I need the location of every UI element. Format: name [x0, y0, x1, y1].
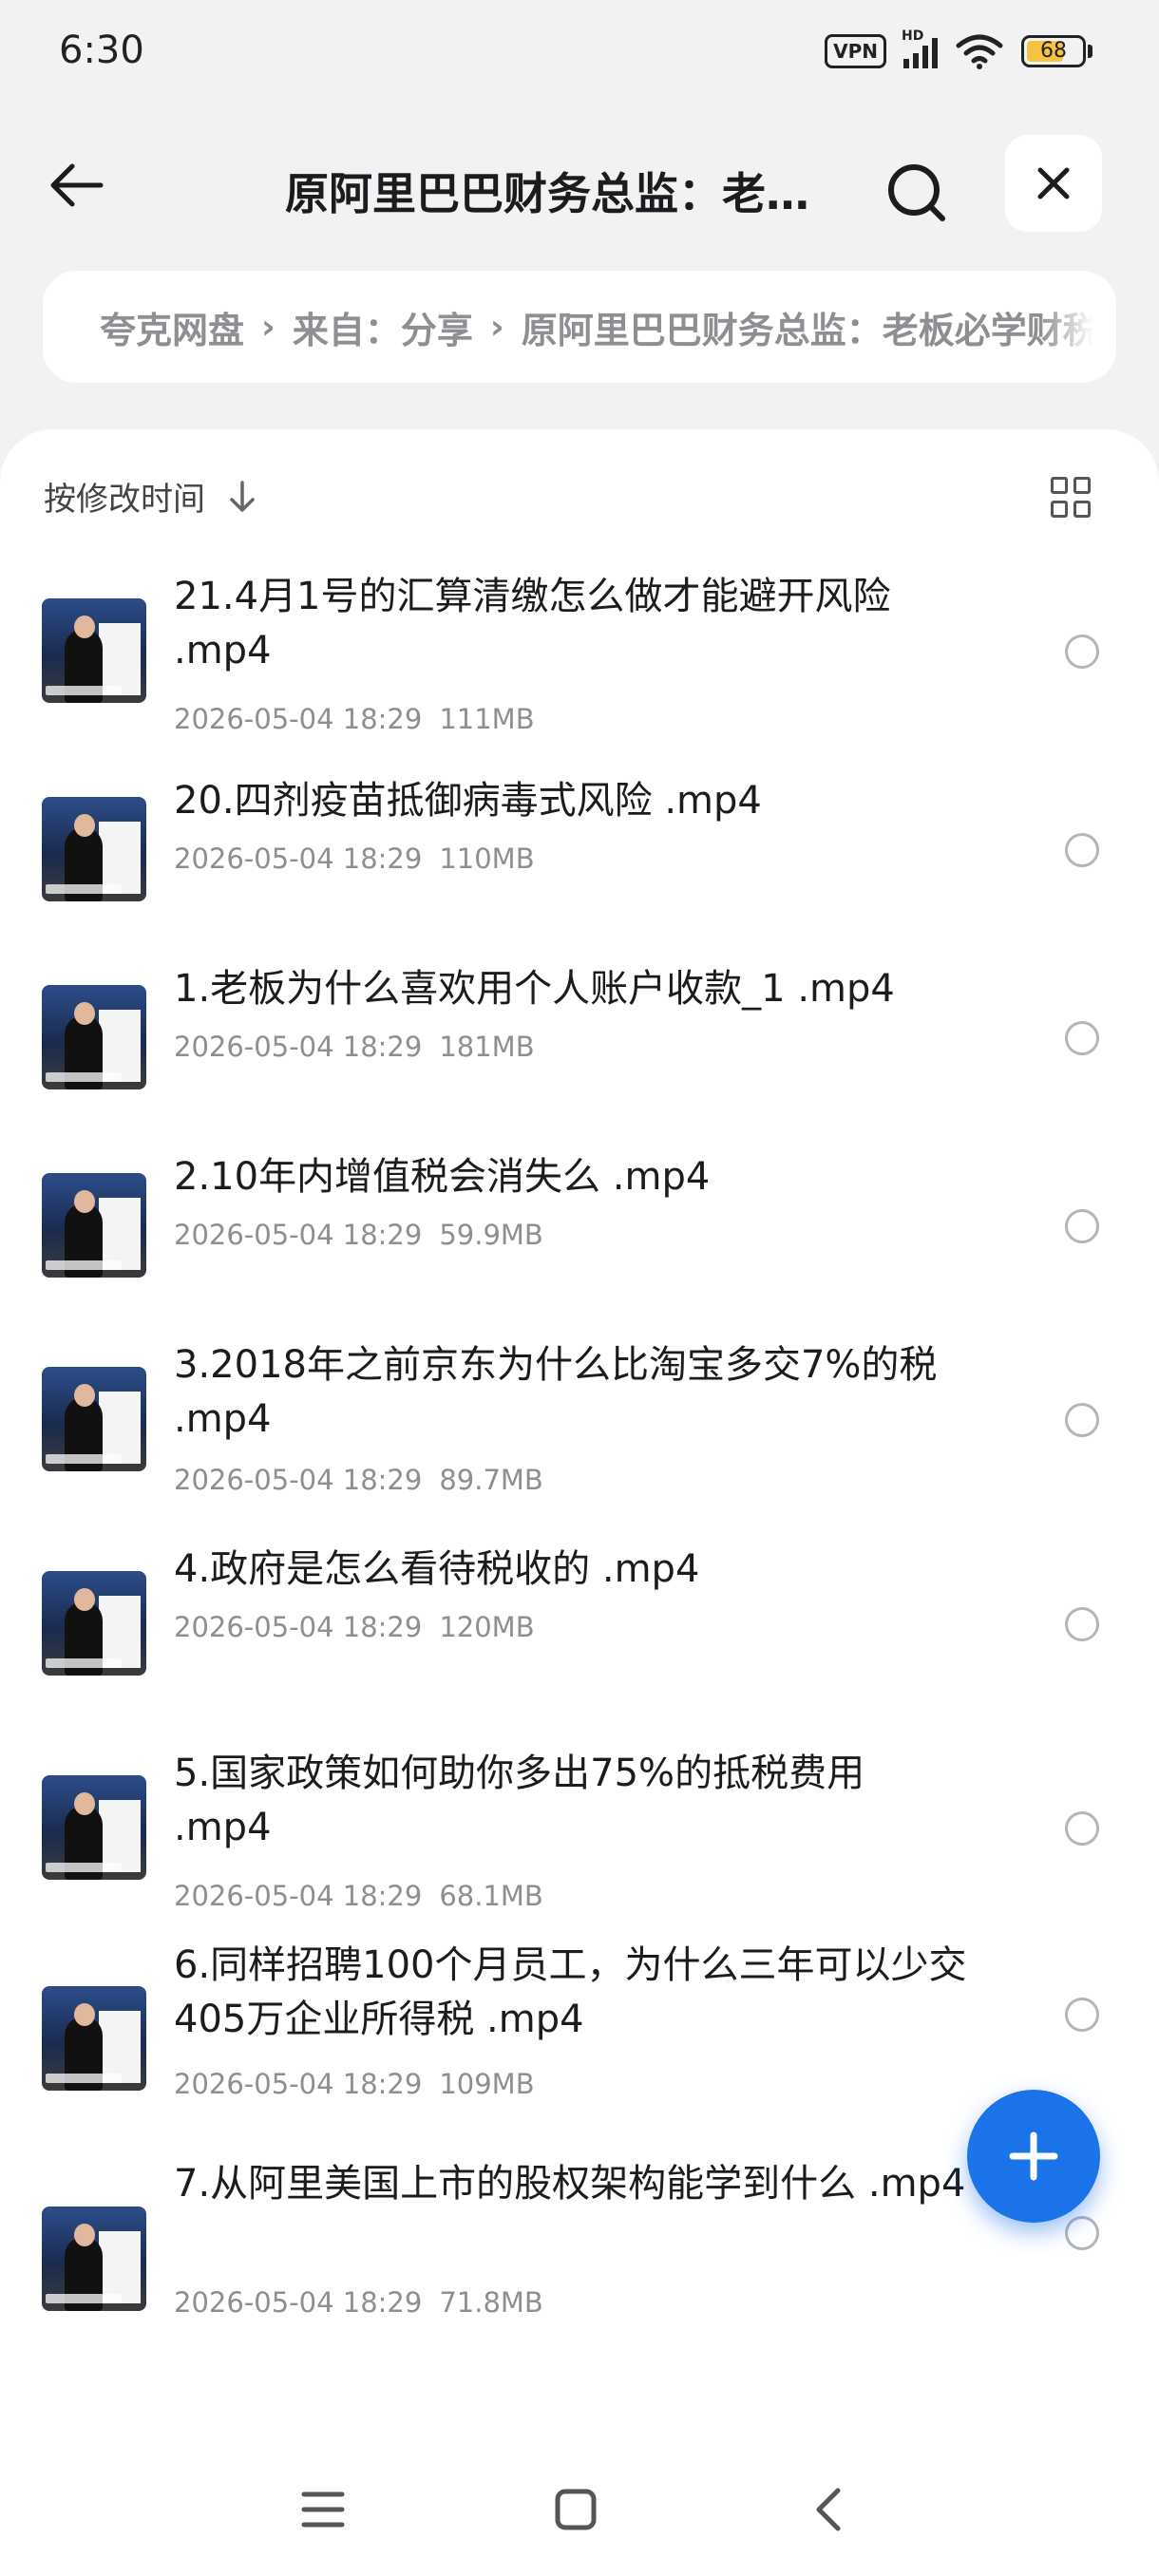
sort-button[interactable]: 按修改时间: [44, 473, 256, 520]
file-date: 2026-05-04 18:29: [174, 1464, 423, 1496]
select-radio[interactable]: [1065, 1403, 1099, 1437]
page-title: 原阿里巴巴财务总监：老板必学财税课: [285, 168, 826, 219]
file-name: 3.2018年之前京东为什么比淘宝多交7%的税 .mp4: [174, 1343, 938, 1441]
add-button[interactable]: [967, 2090, 1100, 2223]
video-thumbnail: [42, 598, 146, 703]
file-meta: 2026-05-04 18:29 71.8MB: [174, 2286, 543, 2319]
header: 原阿里巴巴财务总监：老板必学财税课: [0, 133, 1159, 237]
file-name: 2.10年内增值税会消失么 .mp4: [174, 1155, 711, 1199]
file-name: 1.老板为什么喜欢用个人账户收款_1 .mp4: [174, 967, 895, 1011]
file-meta: 2026-05-04 18:29 89.7MB: [174, 1464, 543, 1496]
file-size: 181MB: [439, 1031, 535, 1063]
network-type-label: HD: [902, 28, 924, 44]
battery-level: 68: [1040, 39, 1067, 63]
file-size: 71.8MB: [439, 2286, 543, 2319]
grid-view-icon[interactable]: [1051, 477, 1092, 519]
file-date: 2026-05-04 18:29: [174, 1880, 423, 1912]
file-size: 111MB: [439, 703, 535, 735]
select-radio[interactable]: [1065, 2216, 1099, 2250]
battery-icon: 68: [1021, 35, 1092, 67]
chevron-right-icon: ›: [489, 307, 504, 347]
file-name: 20.四剂疫苗抵御病毒式风险 .mp4: [174, 779, 762, 823]
select-radio[interactable]: [1065, 1811, 1099, 1846]
file-date: 2026-05-04 18:29: [174, 2068, 423, 2100]
sort-label: 按修改时间: [44, 481, 205, 519]
list-item[interactable]: 20.四剂疫苗抵御病毒式风险 .mp4 2026-05-04 18:29 110M…: [0, 748, 1159, 936]
file-name: 6.同样招聘100个月员工，为什么三年可以少交405万企业所得税 .mp4: [174, 1943, 967, 2041]
list-item[interactable]: 5.国家政策如何助你多出75%的抵税费用 .mp4 2026-05-04 18:…: [0, 1720, 1159, 1939]
menu-icon: [301, 2491, 345, 2528]
file-size: 120MB: [439, 1611, 535, 1643]
video-thumbnail: [42, 2207, 146, 2311]
status-bar: 6:30 VPN HD 68: [0, 0, 1159, 106]
file-meta: 2026-05-04 18:29 68.1MB: [174, 1880, 543, 1912]
file-name: 21.4月1号的汇算清缴怎么做才能避开风险 .mp4: [174, 575, 891, 672]
file-meta: 2026-05-04 18:29 181MB: [174, 1031, 535, 1063]
status-time: 6:30: [59, 28, 144, 72]
file-meta: 2026-05-04 18:29 110MB: [174, 843, 535, 875]
file-meta: 2026-05-04 18:29 59.9MB: [174, 1219, 543, 1251]
status-icons: VPN HD 68: [825, 28, 1092, 70]
system-back-button[interactable]: [800, 2481, 857, 2538]
file-size: 109MB: [439, 2068, 535, 2100]
list-item[interactable]: 1.老板为什么喜欢用个人账户收款_1 .mp4 2026-05-04 18:29…: [0, 936, 1159, 1124]
close-button[interactable]: [1005, 135, 1102, 232]
select-radio[interactable]: [1065, 635, 1099, 669]
file-date: 2026-05-04 18:29: [174, 2286, 423, 2319]
select-radio[interactable]: [1065, 833, 1099, 867]
file-size: 89.7MB: [439, 1464, 543, 1496]
file-date: 2026-05-04 18:29: [174, 1611, 423, 1643]
video-thumbnail: [42, 1367, 146, 1471]
file-date: 2026-05-04 18:29: [174, 703, 423, 735]
signal-icon: HD: [902, 28, 938, 68]
file-meta: 2026-05-04 18:29 111MB: [174, 703, 535, 735]
video-thumbnail: [42, 1571, 146, 1676]
breadcrumb-item-share[interactable]: 来自：分享: [293, 301, 473, 353]
video-thumbnail: [42, 985, 146, 1089]
menu-button[interactable]: [294, 2481, 352, 2538]
video-thumbnail: [42, 1173, 146, 1278]
file-list: 21.4月1号的汇算清缴怎么做才能避开风险 .mp4 2026-05-04 18…: [0, 543, 1159, 2376]
system-nav-bar: [0, 2432, 1159, 2576]
search-icon: [888, 164, 945, 221]
list-item[interactable]: 3.2018年之前京东为什么比淘宝多交7%的税 .mp4 2026-05-04 …: [0, 1312, 1159, 1516]
home-square-icon: [555, 2489, 597, 2530]
home-button[interactable]: [547, 2481, 604, 2538]
file-size: 59.9MB: [439, 1219, 543, 1251]
file-date: 2026-05-04 18:29: [174, 843, 423, 875]
chevron-right-icon: ›: [261, 307, 276, 347]
file-name: 7.从阿里美国上市的股权架构能学到什么 .mp4: [174, 2162, 966, 2206]
close-icon: [1037, 167, 1070, 199]
file-name: 4.政府是怎么看待税收的 .mp4: [174, 1547, 700, 1591]
breadcrumb-item-root[interactable]: 夸克网盘: [100, 301, 244, 353]
back-chevron-icon: [816, 2488, 841, 2531]
select-radio[interactable]: [1065, 1209, 1099, 1243]
breadcrumb: 夸克网盘 › 来自：分享 › 原阿里巴巴财务总监：老板必学财税课: [43, 271, 1116, 383]
file-date: 2026-05-04 18:29: [174, 1031, 423, 1063]
vpn-icon: VPN: [825, 34, 886, 68]
list-item[interactable]: 2.10年内增值税会消失么 .mp4 2026-05-04 18:29 59.9M…: [0, 1124, 1159, 1312]
file-date: 2026-05-04 18:29: [174, 1219, 423, 1251]
file-name: 5.国家政策如何助你多出75%的抵税费用 .mp4: [174, 1752, 865, 1849]
video-thumbnail: [42, 1775, 146, 1880]
file-panel: 按修改时间 21.4月1号的汇算清缴怎么做才能避开风险 .mp4 2026-05…: [0, 429, 1159, 2576]
list-item[interactable]: 21.4月1号的汇算清缴怎么做才能避开风险 .mp4 2026-05-04 18…: [0, 543, 1159, 748]
video-thumbnail: [42, 797, 146, 901]
wifi-icon: [956, 34, 1003, 69]
arrow-left-icon: [50, 163, 104, 207]
search-button[interactable]: [874, 150, 960, 236]
file-meta: 2026-05-04 18:29 109MB: [174, 2068, 535, 2100]
list-item[interactable]: 4.政府是怎么看待税收的 .mp4 2026-05-04 18:29 120MB: [0, 1516, 1159, 1720]
file-size: 110MB: [439, 843, 535, 875]
file-meta: 2026-05-04 18:29 120MB: [174, 1611, 535, 1643]
select-radio[interactable]: [1065, 1021, 1099, 1055]
file-size: 68.1MB: [439, 1880, 543, 1912]
select-radio[interactable]: [1065, 1998, 1099, 2032]
arrow-down-icon: [228, 480, 256, 513]
back-button[interactable]: [38, 152, 114, 218]
plus-icon: [1009, 2131, 1058, 2181]
select-radio[interactable]: [1065, 1607, 1099, 1641]
video-thumbnail: [42, 1986, 146, 2091]
breadcrumb-item-current: 原阿里巴巴财务总监：老板必学财税课: [521, 309, 1116, 351]
